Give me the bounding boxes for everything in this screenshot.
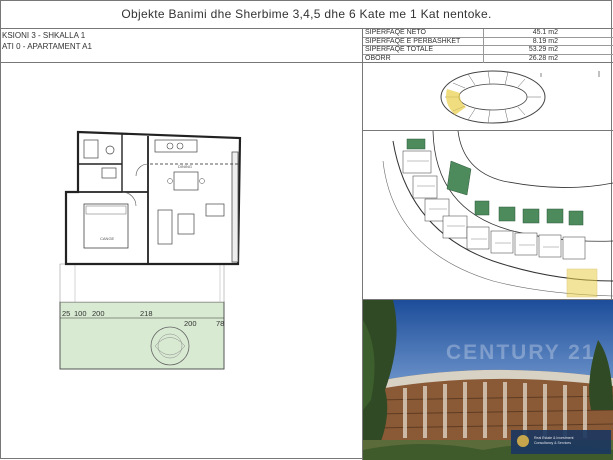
exterior-wall: [64, 130, 242, 266]
window-strip: [231, 151, 239, 263]
dimension-label: 218: [140, 309, 153, 318]
dimension-label: 200: [184, 319, 197, 328]
area-value: 45.1 m2: [532, 29, 558, 36]
key-plan-overview: [440, 70, 600, 124]
area-label: SIPERFAQE TOTALE: [365, 46, 434, 53]
logo-caption-1: Real Estate & Investment: [534, 436, 574, 440]
area-label: SIPERFAQE NETO: [365, 29, 426, 36]
area-row-totale: SIPERFAQE TOTALE 53.29 m2: [363, 46, 613, 55]
dimension-label: 100: [74, 309, 87, 318]
dimension-label: 78: [216, 319, 224, 328]
room-label-dining: DINING: [178, 164, 192, 169]
section-label: KSIONI 3 - SHKALLA 1: [2, 31, 86, 40]
highlighted-unit: [566, 268, 598, 298]
area-row-neto: SIPERFAQE NETO 45.1 m2: [363, 29, 613, 38]
floor-apartment-label: ATI 0 - APARTAMENT A1: [2, 42, 92, 51]
dimension-label: 200: [92, 309, 105, 318]
area-row-oborr: OBORR 26.28 m2: [363, 54, 613, 63]
area-value: 26.28 m2: [528, 54, 558, 62]
building-render-photo: [363, 300, 613, 460]
area-row-perbashket: SIPERFAQE E PERBASHKET 8.19 m2: [363, 37, 613, 46]
unit-info: KSIONI 3 - SHKALLA 1 ATI 0 - APARTAMENT …: [0, 29, 362, 63]
area-value: 8.19 m2: [532, 37, 558, 45]
area-value: 53.29 m2: [528, 46, 558, 53]
area-label: OBORR: [365, 54, 391, 62]
site-plan: [382, 131, 613, 298]
terrace-area: [59, 263, 225, 303]
apartment-floor-plan: 25 100 200 218 200 78 DINING CANGE: [59, 130, 242, 370]
document-title: Objekte Banimi dhe Sherbime 3,4,5 dhe 6 …: [0, 0, 613, 29]
logo-caption-2: Consultancy & Services: [534, 441, 571, 445]
area-label: SIPERFAQE E PERBASHKET: [365, 37, 461, 45]
dimension-label: 25: [62, 309, 70, 318]
area-table: SIPERFAQE NETO 45.1 m2 SIPERFAQE E PERBA…: [363, 29, 613, 63]
watermark-text: CENTURY 21: [446, 341, 596, 364]
room-label-bedroom: CANGE: [100, 236, 115, 241]
